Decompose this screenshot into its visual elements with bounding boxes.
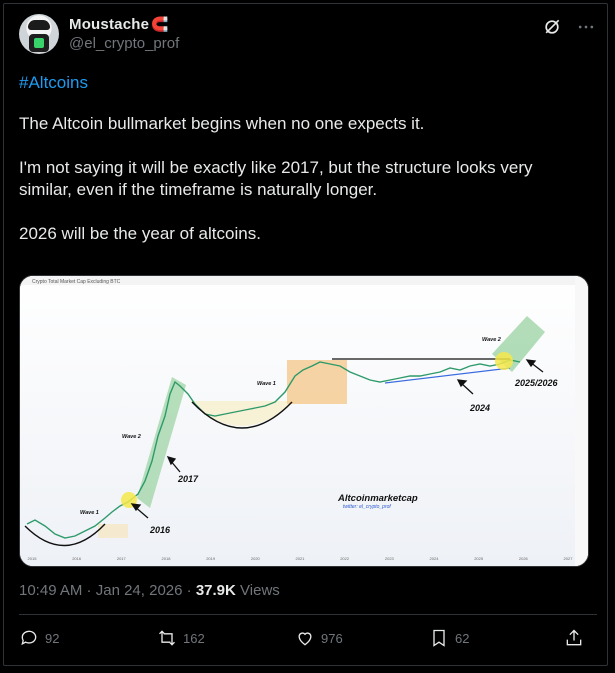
heart-icon <box>298 632 312 646</box>
x-tick-label: 2027 <box>564 556 574 561</box>
chart-svg: Crypto Total Market Cap Excluding BTC Wa… <box>20 276 588 566</box>
reply-count: 92 <box>45 630 60 646</box>
chart-watermark-sub: twitter: el_crypto_prof <box>343 504 391 510</box>
author-handle[interactable]: @el_crypto_prof <box>69 35 179 52</box>
bookmark-button[interactable]: 62 <box>429 628 469 648</box>
label-2024: 2024 <box>469 403 490 413</box>
x-tick-label: 2024 <box>430 556 440 561</box>
meta-separator-2: · <box>182 582 196 599</box>
meta-separator: · <box>82 582 96 599</box>
post-text: #Altcoins The Altcoin bullmarket begins … <box>19 72 579 245</box>
label-wave1-late: Wave 1 <box>257 381 276 387</box>
x-tick-label: 2017 <box>117 556 127 561</box>
label-2017: 2017 <box>177 474 199 484</box>
label-wave2-early: Wave 2 <box>122 434 141 440</box>
chart-watermark: Altcoinmarketcap <box>337 493 418 504</box>
label-wave1-early: Wave 1 <box>80 510 99 516</box>
post-header: Moustache 🧲 @el_crypto_prof <box>19 14 597 60</box>
x-tick-label: 2020 <box>251 556 261 561</box>
repost-count: 162 <box>183 630 205 646</box>
author-info: Moustache 🧲 @el_crypto_prof <box>69 16 179 52</box>
share-icon <box>566 629 582 646</box>
hashtag-link[interactable]: #Altcoins <box>19 72 579 94</box>
chart-title: Crypto Total Market Cap Excluding BTC <box>32 279 121 285</box>
divider <box>19 614 597 615</box>
label-2025-2026: 2025/2026 <box>514 378 559 388</box>
x-tick-label: 2018 <box>162 556 172 561</box>
more-icon[interactable] <box>575 16 597 38</box>
bookmark-count: 62 <box>455 630 470 646</box>
magnet-icon: 🧲 <box>151 16 169 32</box>
header-actions <box>541 16 597 38</box>
action-bar: 92 162 976 62 <box>19 628 597 654</box>
label-2016: 2016 <box>149 525 171 535</box>
x-tick-label: 2023 <box>385 556 395 561</box>
x-tick-label: 2015 <box>28 556 38 561</box>
post-paragraph-1: The Altcoin bullmarket begins when no on… <box>19 114 425 133</box>
post-meta: 10:49 AM · Jan 24, 2026 · 37.9K Views <box>19 582 280 599</box>
post-date[interactable]: Jan 24, 2026 <box>96 582 183 599</box>
repost-icon <box>159 630 175 646</box>
avatar-badge <box>34 38 44 48</box>
avatar[interactable] <box>19 14 59 54</box>
bookmark-icon <box>433 629 445 647</box>
x-tick-label: 2019 <box>206 556 216 561</box>
x-tick-label: 2021 <box>296 556 306 561</box>
like-button[interactable]: 976 <box>295 628 343 648</box>
x-tick-label: 2016 <box>72 556 82 561</box>
post-time[interactable]: 10:49 AM <box>19 582 82 599</box>
x-tick-label: 2026 <box>519 556 529 561</box>
display-name-text[interactable]: Moustache <box>69 16 149 33</box>
post-paragraph-2: I'm not saying it will be exactly like 2… <box>19 158 533 199</box>
chart-image[interactable]: Crypto Total Market Cap Excluding BTC Wa… <box>19 275 589 567</box>
label-wave2-late: Wave 2 <box>482 337 501 343</box>
avatar-hair <box>28 20 50 30</box>
x-tick-label: 2022 <box>340 556 350 561</box>
views-label: Views <box>240 582 280 599</box>
share-button[interactable] <box>564 628 584 648</box>
author-display-name[interactable]: Moustache 🧲 <box>69 16 179 33</box>
post-paragraph-3: 2026 will be the year of altcoins. <box>19 224 261 243</box>
y-axis-strip <box>575 276 588 566</box>
like-count: 976 <box>321 630 343 646</box>
grok-icon[interactable] <box>541 16 563 38</box>
x-tick-label: 2025 <box>474 556 484 561</box>
wave1-late-box <box>287 360 347 404</box>
reply-button[interactable]: 92 <box>19 628 59 648</box>
repost-button[interactable]: 162 <box>157 628 205 648</box>
chart-bg <box>20 276 588 566</box>
highlight-2025 <box>495 352 513 370</box>
reply-icon <box>21 630 37 646</box>
views-count: 37.9K <box>195 582 236 599</box>
